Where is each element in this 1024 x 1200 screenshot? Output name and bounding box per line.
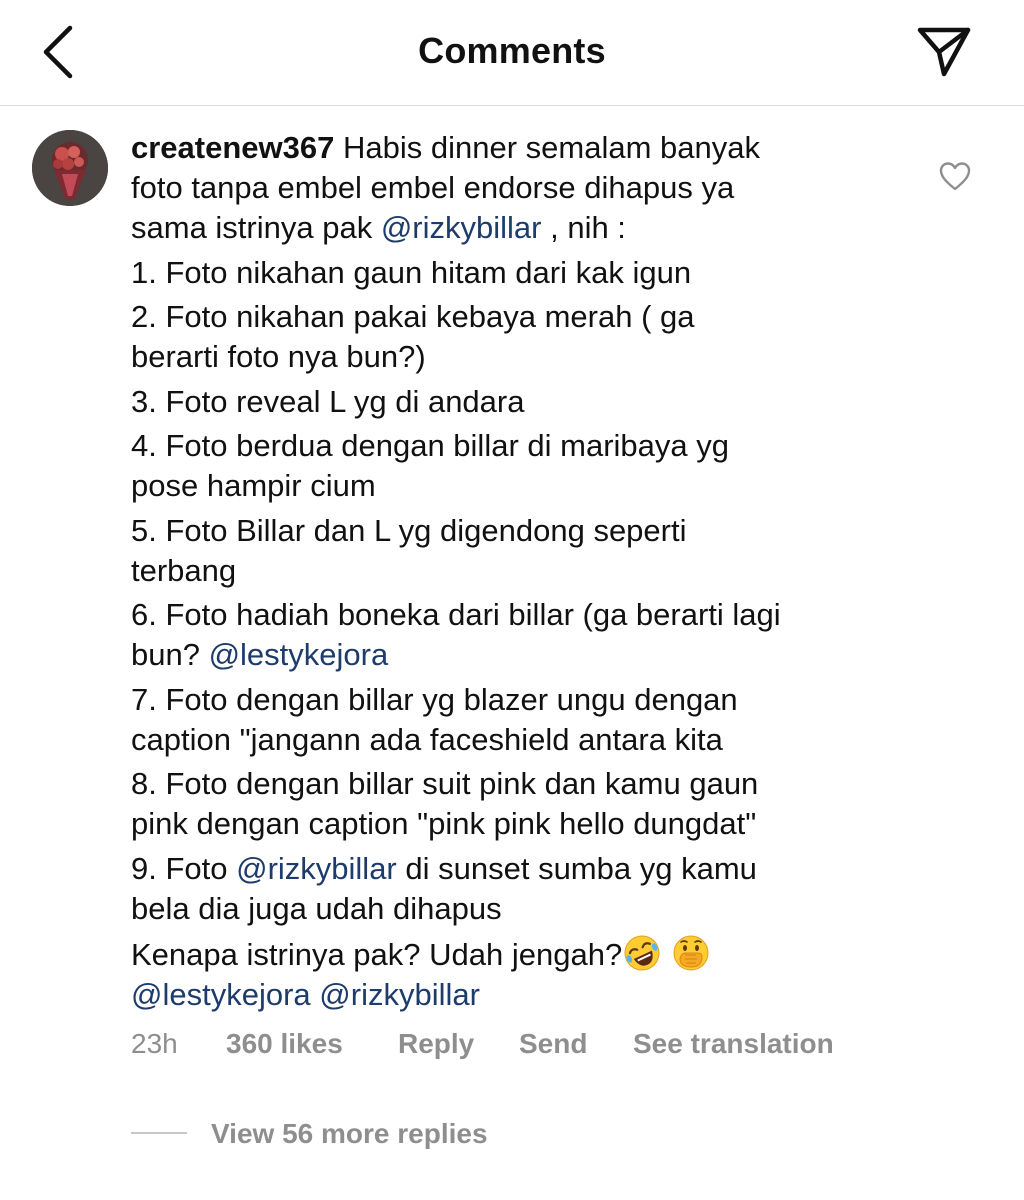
flower-bouquet-avatar-image — [32, 130, 108, 206]
list-item: 6. Foto hadiah boneka dari billar (ga be… — [131, 597, 781, 632]
comment-text: foto tanpa embel embel endorse dihapus y… — [131, 170, 735, 205]
list-item: 9. Foto — [131, 850, 237, 886]
hand-over-mouth-emoji — [673, 935, 709, 971]
mention-link[interactable]: @rizkybillar — [319, 977, 480, 1012]
view-replies-button[interactable]: View 56 more replies — [131, 1118, 488, 1150]
comment-body: createnew367 Habis dinner semalam banyak… — [131, 128, 911, 1015]
share-button[interactable] — [914, 24, 974, 80]
comment-username[interactable]: createnew367 — [131, 130, 334, 165]
comment-text: sama istrinya pak — [131, 210, 381, 245]
rolling-laughing-emoji — [624, 935, 660, 971]
comment-text: Habis dinner semalam banyak — [334, 130, 760, 165]
list-item: berarti foto nya bun?) — [131, 339, 426, 374]
comment-time: 23h — [131, 1028, 178, 1059]
list-item: 4. Foto berdua dengan billar di maribaya… — [131, 428, 729, 463]
list-item: 3. Foto reveal L yg di andara — [131, 383, 525, 419]
list-item: bun? — [131, 637, 209, 672]
list-item: 2. Foto nikahan pakai kebaya merah ( ga — [131, 299, 695, 334]
replies-divider — [131, 1132, 187, 1134]
likes-count[interactable]: 360 likes — [226, 1028, 398, 1060]
send-button[interactable]: Send — [519, 1028, 633, 1060]
list-item: 5. Foto Billar dan L yg digendong sepert… — [131, 512, 687, 548]
avatar[interactable] — [32, 130, 108, 206]
header-bar: Comments — [0, 0, 1024, 106]
comment-meta: 23h 360 likes Reply Send See translation — [131, 1028, 834, 1060]
list-item: di sunset sumba yg kamu — [396, 850, 757, 886]
list-item: 1. Foto nikahan gaun hitam dari kak igun — [131, 254, 692, 290]
list-item: caption "jangann ada faceshield antara k… — [131, 721, 723, 757]
list-item: pose hampir cium — [131, 468, 376, 503]
see-translation-button[interactable]: See translation — [633, 1028, 834, 1060]
view-replies-label: View 56 more replies — [211, 1118, 488, 1149]
reply-button[interactable]: Reply — [398, 1028, 519, 1060]
mention-link[interactable]: @rizkybillar — [236, 851, 397, 886]
mention-link[interactable]: @rizkybillar — [381, 210, 542, 245]
list-item: 8. Foto dengan billar suit pink dan kamu… — [131, 766, 759, 801]
paper-plane-icon — [917, 27, 971, 77]
list-item: bela dia juga udah dihapus — [131, 890, 502, 926]
list-item: terbang — [131, 552, 237, 588]
page-title: Comments — [418, 30, 606, 71]
mention-link[interactable]: @lestykejora — [209, 637, 389, 672]
like-button[interactable] — [938, 160, 972, 192]
mention-link[interactable]: @lestykejora — [131, 977, 311, 1012]
heart-outline-icon — [939, 162, 971, 191]
list-item: pink dengan caption "pink pink hello dun… — [131, 806, 757, 841]
list-item: 7. Foto dengan billar yg blazer ungu den… — [131, 681, 738, 717]
comment-closing: Kenapa istrinya pak? Udah jengah? — [131, 937, 623, 972]
comment-text: , nih : — [541, 210, 626, 245]
